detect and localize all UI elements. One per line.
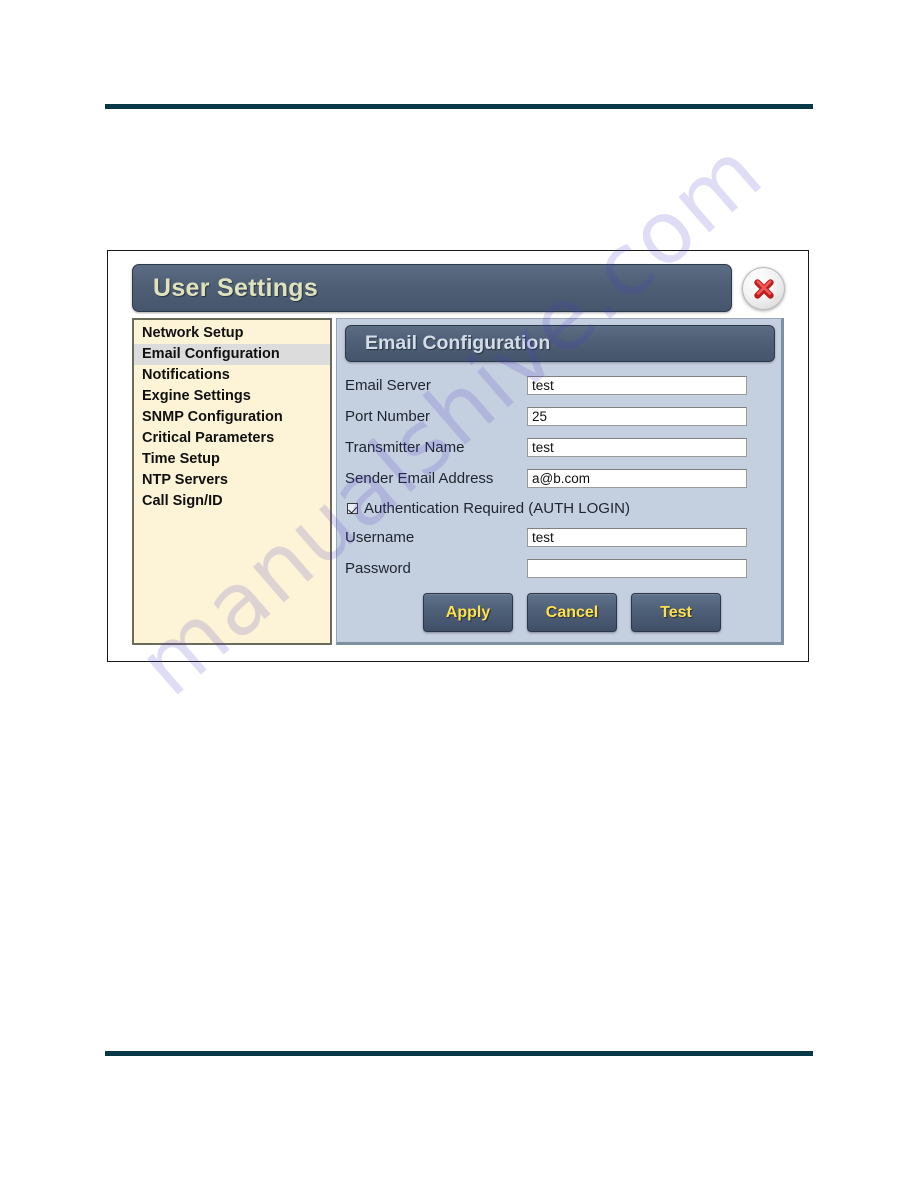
email-server-input[interactable]	[527, 376, 747, 395]
sender-email-address-input[interactable]	[527, 469, 747, 488]
sidebar-item-critical-parameters[interactable]: Critical Parameters	[134, 428, 330, 449]
field-row-username: Username	[345, 522, 773, 553]
sidebar-item-time-setup[interactable]: Time Setup	[134, 449, 330, 470]
settings-sidebar: Network Setup Email Configuration Notifi…	[132, 318, 332, 645]
sidebar-item-ntp-servers[interactable]: NTP Servers	[134, 470, 330, 491]
cancel-button[interactable]: Cancel	[527, 593, 617, 632]
label-password: Password	[345, 560, 411, 577]
label-port-number: Port Number	[345, 408, 431, 425]
test-button[interactable]: Test	[631, 593, 721, 632]
label-email-server: Email Server	[345, 377, 431, 394]
sidebar-item-snmp-configuration[interactable]: SNMP Configuration	[134, 407, 330, 428]
username-input[interactable]	[527, 528, 747, 547]
dialog-body: Network Setup Email Configuration Notifi…	[132, 318, 784, 645]
label-username: Username	[345, 529, 415, 546]
port-number-input[interactable]	[527, 407, 747, 426]
auth-required-row: Authentication Required (AUTH LOGIN)	[345, 494, 773, 522]
dialog-button-row: Apply Cancel Test	[345, 593, 773, 632]
field-row-email-server: Email Server	[345, 370, 773, 401]
auth-required-checkbox[interactable]	[347, 502, 358, 514]
content-panel: Email Configuration Email Server Port Nu…	[336, 318, 784, 645]
sidebar-item-notifications[interactable]: Notifications	[134, 365, 330, 386]
label-transmitter-name: Transmitter Name	[345, 439, 465, 456]
figure-frame: User Settings Network Setup Email Config…	[107, 250, 809, 662]
apply-button[interactable]: Apply	[423, 593, 513, 632]
field-row-port-number: Port Number	[345, 401, 773, 432]
content-header-title: Email Configuration	[365, 332, 551, 354]
close-icon	[753, 278, 774, 299]
user-settings-dialog: User Settings Network Setup Email Config…	[128, 264, 790, 649]
dialog-title: User Settings	[153, 273, 319, 302]
field-row-transmitter-name: Transmitter Name	[345, 432, 773, 463]
page-rule-top	[105, 104, 813, 109]
dialog-title-bar: User Settings	[132, 264, 732, 312]
field-row-password: Password	[345, 553, 773, 584]
content-header: Email Configuration	[345, 325, 775, 362]
close-button[interactable]	[742, 267, 785, 310]
password-input[interactable]	[527, 559, 747, 578]
page-rule-bottom	[105, 1051, 813, 1056]
label-sender-email-address: Sender Email Address	[345, 470, 494, 487]
auth-required-label: Authentication Required (AUTH LOGIN)	[364, 499, 630, 517]
sidebar-item-call-sign-id[interactable]: Call Sign/ID	[134, 491, 330, 512]
sidebar-item-network-setup[interactable]: Network Setup	[134, 323, 330, 344]
sidebar-item-email-configuration[interactable]: Email Configuration	[134, 344, 330, 365]
field-row-sender-email-address: Sender Email Address	[345, 463, 773, 494]
sidebar-item-exgine-settings[interactable]: Exgine Settings	[134, 386, 330, 407]
transmitter-name-input[interactable]	[527, 438, 747, 457]
